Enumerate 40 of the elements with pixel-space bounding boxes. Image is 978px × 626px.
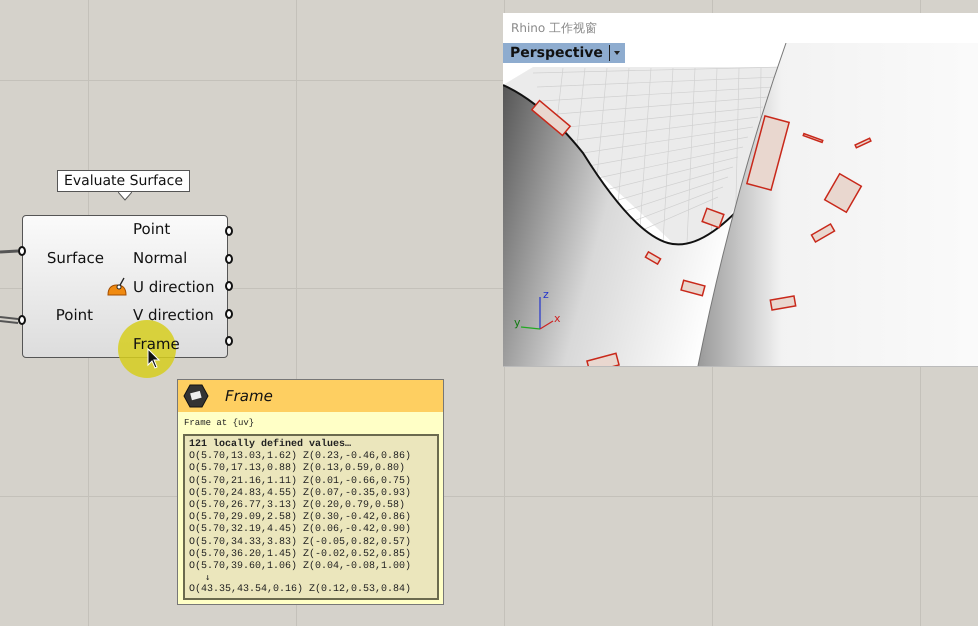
cursor-icon [147, 348, 161, 370]
y-axis-label: y [514, 317, 521, 328]
caret-icon [608, 45, 621, 61]
output-pin[interactable] [225, 336, 233, 346]
output-label: Point [133, 220, 172, 238]
input-pin[interactable] [18, 315, 26, 325]
wire-line [0, 249, 18, 254]
value-row-text: O(5.70,34.33,3.83) Z(-0.05,0.82,0.57) [189, 536, 412, 548]
value-row-text: O(5.70,24.83,4.55) Z(0.07,-0.35,0.93) [189, 488, 412, 500]
value-row-text: O(5.70,32.19,4.45) Z(0.06,-0.42,0.90) [189, 524, 412, 536]
viewport-title: Rhino 工作视窗 [511, 20, 598, 36]
viewport-view-tab[interactable]: Perspective [503, 43, 625, 63]
output-pin[interactable] [225, 254, 233, 264]
value-row-text: O(5.70,26.77,3.13) Z(0.20,0.79,0.58) [189, 500, 406, 512]
output-label: V direction [133, 306, 215, 324]
viewport-window[interactable]: Rhino 工作视窗 Perspective z y x [503, 13, 978, 367]
tooltip-title: Frame [225, 387, 273, 405]
output-label: Normal [133, 248, 188, 267]
output-pin[interactable] [225, 226, 233, 236]
output-label: U direction [133, 278, 216, 296]
output-pin[interactable] [225, 308, 233, 318]
value-row-text: O(5.70,36.20,1.45) Z(-0.02,0.52,0.85) [189, 548, 412, 560]
value-row-text: O(5.70,29.09,2.58) Z(0.30,-0.42,0.86) [189, 512, 412, 524]
x-axis-label: x [554, 313, 561, 324]
tooltip-description: Frame at {uv} [183, 417, 256, 430]
value-row-text: O(5.70,17.13,0.88) Z(0.13,0.59,0.80) [189, 463, 406, 476]
double-wire-line [0, 316, 18, 325]
input-pin[interactable] [18, 246, 26, 256]
tag-pointer-icon [118, 192, 132, 201]
values-header: 121 locally defined values… [189, 439, 352, 450]
z-axis-label: z [543, 289, 549, 300]
output-pin[interactable] [225, 281, 233, 291]
frame-param-icon [183, 384, 209, 408]
gap-marker: ↓ [204, 573, 212, 584]
value-row-text: O(5.70,21.16,1.11) Z(0.01,-0.66,0.75) [189, 476, 412, 488]
input-label: Surface [46, 249, 105, 268]
value-row-text: O(43.35,43.54,0.16) Z(0.12,0.53,0.84) [189, 584, 412, 596]
value-row-text: O(5.70,13.03,1.62) Z(0.23,-0.46,0.86) [189, 451, 412, 462]
value-row-text: O(5.70,39.60,1.06) Z(0.04,-0.08,1.00) [189, 561, 412, 574]
input-label: Point [56, 306, 94, 324]
